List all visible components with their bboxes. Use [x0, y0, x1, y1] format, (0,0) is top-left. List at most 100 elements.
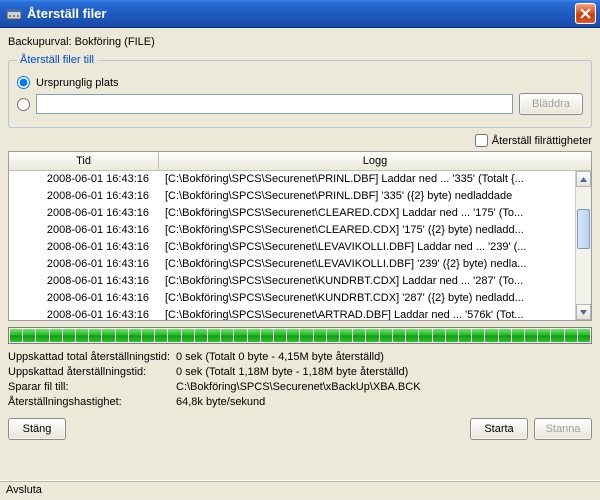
progress-segment — [419, 329, 431, 342]
stats-value: C:\Bokföring\SPCS\Securenet\xBackUp\XBA.… — [176, 380, 592, 395]
progress-segment — [116, 329, 128, 342]
table-row[interactable]: 2008-06-01 16:43:16[C:\Bokföring\SPCS\Se… — [9, 222, 575, 239]
progress-segment — [366, 329, 378, 342]
progress-segment — [261, 329, 273, 342]
progress-segment — [446, 329, 458, 342]
progress-segment — [142, 329, 154, 342]
window-close-button[interactable] — [575, 3, 596, 24]
log-table-body: 2008-06-01 16:43:16[C:\Bokföring\SPCS\Se… — [9, 171, 575, 320]
table-row[interactable]: 2008-06-01 16:43:16[C:\Bokföring\SPCS\Se… — [9, 171, 575, 188]
progress-segment — [76, 329, 88, 342]
stop-button[interactable]: Stanna — [534, 418, 592, 440]
cell-time: 2008-06-01 16:43:16 — [9, 171, 159, 188]
progress-segment — [129, 329, 141, 342]
table-row[interactable]: 2008-06-01 16:43:16[C:\Bokföring\SPCS\Se… — [9, 188, 575, 205]
start-button[interactable]: Starta — [470, 418, 528, 440]
statusbar-text: Avsluta — [6, 484, 42, 496]
restore-to-legend: Återställ filer till — [17, 54, 97, 66]
stats-value: 0 sek (Totalt 1,18M byte - 1,18M byte åt… — [176, 365, 592, 380]
stats-value: 64,8k byte/sekund — [176, 395, 592, 410]
statusbar: Avsluta — [0, 480, 600, 500]
table-row[interactable]: 2008-06-01 16:43:16[C:\Bokföring\SPCS\Se… — [9, 239, 575, 256]
table-row[interactable]: 2008-06-01 16:43:16[C:\Bokföring\SPCS\Se… — [9, 273, 575, 290]
table-row[interactable]: 2008-06-01 16:43:16[C:\Bokföring\SPCS\Se… — [9, 205, 575, 222]
radio-original-location[interactable] — [17, 76, 30, 89]
cell-log: [C:\Bokföring\SPCS\Securenet\PRINL.DBF] … — [159, 188, 575, 205]
vertical-scrollbar[interactable] — [575, 171, 591, 320]
app-icon — [6, 6, 22, 22]
radio-custom-location[interactable] — [17, 98, 30, 111]
stats-block: Uppskattad total återställningstid:0 sek… — [8, 350, 592, 410]
table-row[interactable]: 2008-06-01 16:43:16[C:\Bokföring\SPCS\Se… — [9, 256, 575, 273]
cell-time: 2008-06-01 16:43:16 — [9, 222, 159, 239]
restore-file-rights-checkbox[interactable] — [475, 134, 488, 147]
scrollbar-thumb[interactable] — [577, 209, 590, 249]
progress-segment — [50, 329, 62, 342]
column-header-time[interactable]: Tid — [9, 152, 159, 170]
progress-segment — [221, 329, 233, 342]
progress-segment — [565, 329, 577, 342]
cell-time: 2008-06-01 16:43:16 — [9, 239, 159, 256]
backup-selection-label: Backupurval: — [8, 36, 72, 48]
log-table-header: Tid Logg — [9, 152, 591, 171]
stats-row: Återställningshastighet:64,8k byte/sekun… — [8, 395, 592, 410]
progress-segment — [234, 329, 246, 342]
close-icon — [580, 8, 591, 19]
progress-segment — [353, 329, 365, 342]
progress-segment — [485, 329, 497, 342]
cell-log: [C:\Bokföring\SPCS\Securenet\LEVAVIKOLLI… — [159, 256, 575, 273]
progress-segment — [287, 329, 299, 342]
progress-segment — [512, 329, 524, 342]
backup-selection-line: Backupurval: Bokföring (FILE) — [8, 36, 592, 48]
backup-selection-value: Bokföring (FILE) — [75, 36, 155, 48]
cell-time: 2008-06-01 16:43:16 — [9, 205, 159, 222]
progress-segment — [36, 329, 48, 342]
table-row[interactable]: 2008-06-01 16:43:16[C:\Bokföring\SPCS\Se… — [9, 307, 575, 320]
cell-log: [C:\Bokföring\SPCS\Securenet\KUNDRBT.CDX… — [159, 290, 575, 307]
progress-segment — [380, 329, 392, 342]
progress-segment — [195, 329, 207, 342]
radio-original-location-label[interactable]: Ursprunglig plats — [36, 77, 119, 89]
progress-segment — [472, 329, 484, 342]
column-header-log[interactable]: Logg — [159, 152, 591, 170]
progress-segment — [551, 329, 563, 342]
stats-label: Uppskattad återställningstid: — [8, 365, 176, 380]
chevron-up-icon — [580, 177, 587, 182]
progress-segment — [578, 329, 590, 342]
browse-button[interactable]: Bläddra — [519, 93, 583, 115]
stats-value: 0 sek (Totalt 0 byte - 4,15M byte återst… — [176, 350, 592, 365]
progress-segment — [538, 329, 550, 342]
scroll-up-button[interactable] — [576, 171, 591, 187]
progress-segment — [459, 329, 471, 342]
cell-time: 2008-06-01 16:43:16 — [9, 290, 159, 307]
progress-segment — [248, 329, 260, 342]
stats-label: Uppskattad total återställningstid: — [8, 350, 176, 365]
progress-segment — [314, 329, 326, 342]
stats-label: Sparar fil till: — [8, 380, 176, 395]
cell-log: [C:\Bokföring\SPCS\Securenet\ARTRAD.DBF]… — [159, 307, 575, 320]
restore-file-rights-label[interactable]: Återställ filrättigheter — [492, 135, 592, 147]
progress-segment — [393, 329, 405, 342]
progress-segment — [274, 329, 286, 342]
table-row[interactable]: 2008-06-01 16:43:16[C:\Bokföring\SPCS\Se… — [9, 290, 575, 307]
stats-row: Uppskattad återställningstid:0 sek (Tota… — [8, 365, 592, 380]
chevron-down-icon — [580, 310, 587, 315]
close-button[interactable]: Stäng — [8, 418, 66, 440]
restore-to-groupbox: Återställ filer till Ursprunglig plats B… — [8, 54, 592, 128]
progress-segment — [23, 329, 35, 342]
cell-log: [C:\Bokföring\SPCS\Securenet\PRINL.DBF] … — [159, 171, 575, 188]
titlebar[interactable]: Återställ filer — [0, 0, 600, 28]
progress-segment — [63, 329, 75, 342]
progress-segment — [340, 329, 352, 342]
window-title: Återställ filer — [27, 6, 106, 21]
progress-segment — [10, 329, 22, 342]
stats-label: Återställningshastighet: — [8, 395, 176, 410]
scrollbar-track[interactable] — [576, 187, 591, 304]
custom-path-input[interactable] — [36, 94, 513, 114]
progress-segment — [182, 329, 194, 342]
log-table: Tid Logg 2008-06-01 16:43:16[C:\Bokförin… — [8, 151, 592, 321]
stats-row: Uppskattad total återställningstid:0 sek… — [8, 350, 592, 365]
progress-segment — [300, 329, 312, 342]
scroll-down-button[interactable] — [576, 304, 591, 320]
progress-segment — [102, 329, 114, 342]
